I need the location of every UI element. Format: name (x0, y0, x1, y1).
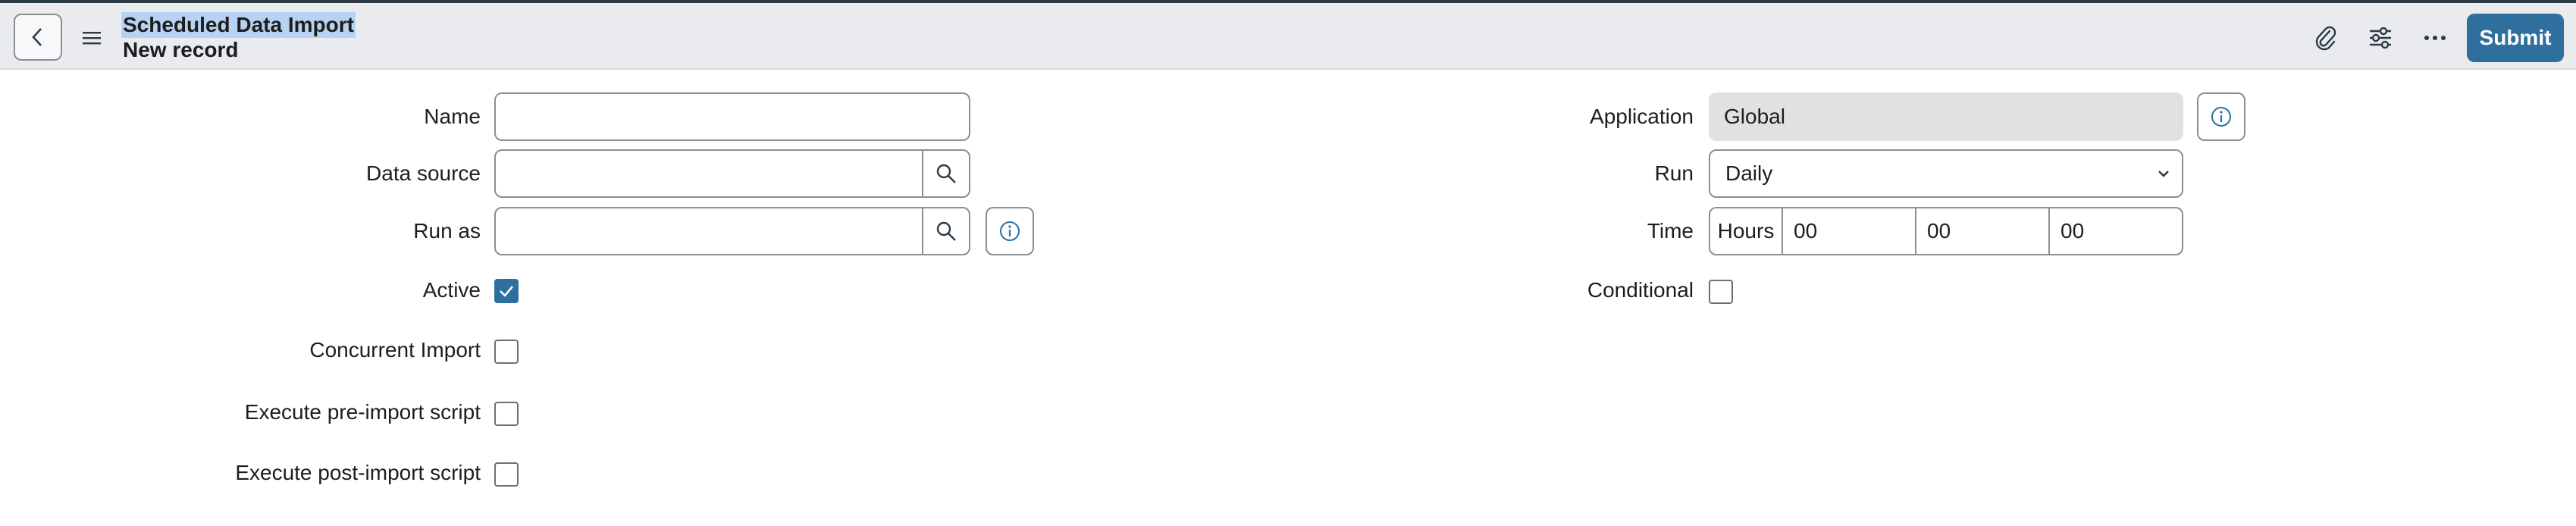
active-label: Active (422, 278, 481, 302)
run-select[interactable]: Daily (1709, 149, 2183, 198)
check-icon (500, 286, 513, 297)
post-import-script-checkbox[interactable] (494, 462, 519, 487)
run-as-input[interactable] (496, 208, 923, 254)
conditional-checkbox[interactable] (1709, 280, 1733, 304)
personalize-button[interactable] (2367, 24, 2394, 52)
title-block: Scheduled Data Import New record (121, 12, 356, 62)
data-source-input[interactable] (496, 151, 923, 196)
page-title: Scheduled Data Import (121, 12, 356, 38)
search-icon (936, 221, 956, 241)
time-label: Time (1647, 219, 1694, 243)
time-seconds-input[interactable]: 00 (2050, 208, 2182, 254)
search-icon (936, 164, 956, 183)
pre-import-script-label: Execute pre-import script (244, 400, 481, 424)
time-field: Hours 00 00 00 (1709, 207, 2183, 255)
menu-icon[interactable] (80, 30, 103, 45)
run-selected-value: Daily (1725, 161, 1773, 185)
run-as-info-button[interactable] (986, 207, 1034, 255)
conditional-label: Conditional (1587, 278, 1694, 302)
more-icon (2424, 36, 2446, 40)
application-field: Global (1709, 92, 2183, 141)
time-hours-prefix: Hours (1710, 208, 1783, 254)
time-minutes-input[interactable]: 00 (1916, 208, 2050, 254)
application-info-button[interactable] (2197, 92, 2245, 141)
data-source-lookup-button[interactable] (922, 151, 969, 196)
info-icon (2211, 107, 2231, 127)
name-input[interactable] (494, 92, 970, 141)
submit-button[interactable]: Submit (2467, 14, 2564, 62)
form-header: Scheduled Data Import New record Submit (0, 3, 2576, 70)
back-icon (32, 28, 42, 46)
run-label: Run (1654, 161, 1694, 185)
run-as-label: Run as (413, 219, 481, 243)
attachment-button[interactable] (2312, 24, 2339, 52)
concurrent-import-label: Concurrent Import (309, 338, 481, 362)
post-import-script-label: Execute post-import script (235, 461, 481, 484)
page-subtitle: New record (123, 38, 239, 61)
run-as-field (494, 207, 970, 255)
active-checkbox[interactable] (494, 279, 519, 303)
sliders-icon (2370, 27, 2391, 49)
concurrent-import-checkbox[interactable] (494, 340, 519, 364)
time-hours-input[interactable]: 00 (1783, 208, 1916, 254)
run-as-lookup-button[interactable] (922, 208, 969, 254)
more-options-button[interactable] (2421, 24, 2449, 52)
back-button[interactable] (14, 14, 62, 61)
data-source-label: Data source (366, 161, 481, 185)
pre-import-script-checkbox[interactable] (494, 402, 519, 426)
name-label: Name (424, 105, 481, 128)
data-source-field (494, 149, 970, 198)
info-icon (1000, 221, 1020, 241)
application-label: Application (1590, 105, 1694, 128)
paperclip-icon (2315, 26, 2336, 51)
chevron-down-icon (2158, 171, 2169, 177)
